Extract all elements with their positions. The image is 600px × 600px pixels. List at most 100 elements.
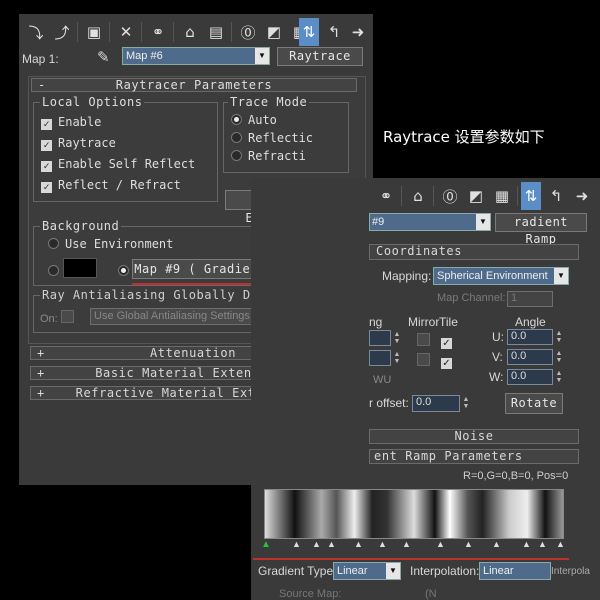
pick-material-icon[interactable]: ✎ [97,48,110,66]
antialias-setting-value: Use Global Antialiasing Settings [94,310,250,322]
gradient-type-label: Gradient Type: [258,564,337,578]
flag-key-icon[interactable]: ▲ [538,539,547,549]
put-to-library-icon[interactable]: ⌂ [177,18,203,46]
map-channel-field[interactable]: 1 [507,291,553,307]
assign-material-icon[interactable]: ⚭ [373,182,399,210]
rollout-title: Raytracer Parameters [115,78,273,92]
gradient-ramp-bar[interactable] [264,489,564,539]
ramp-status-text: R=0,G=0,B=0, Pos=0 [463,470,569,482]
angle-v-field[interactable]: 0.0 [507,349,553,365]
flag-key-icon[interactable]: ▲ [312,539,321,549]
flag-key-icon[interactable]: ▲ [261,539,271,550]
material-id-icon[interactable]: ⓪ [235,18,261,46]
spinner-icon[interactable]: ▲ ▼ [555,370,563,384]
offset-label: r offset: [369,396,409,410]
assign-material-icon[interactable]: ▣ [81,18,107,46]
delete-icon[interactable]: ✕ [113,18,139,46]
go-to-parent-icon[interactable]: ↰ [321,18,347,46]
gradient-type-dropdown[interactable]: Linear ▼ [333,562,401,580]
checkbox-self-reflect[interactable]: ✓ Enable Self Reflect [41,157,195,172]
gradient-type-value: Linear [337,565,368,577]
show-end-result-icon[interactable]: ⇅ [521,182,541,210]
flag-key-icon[interactable]: ▲ [292,539,301,549]
antialias-on-checkbox[interactable]: On: [40,310,80,325]
chevron-down-icon: ▼ [255,48,269,64]
color-swatch[interactable] [63,258,97,278]
wu-label: WU [373,374,392,386]
top-toolbar-2: ⚭ ⌂ ⓪ ◩ ▦ ⇅ ↰ ➜ [369,178,600,214]
get-material-icon[interactable]: ⤵ [23,18,49,46]
angle-u-label: U: [492,330,504,344]
library-icon[interactable]: ▤ [203,18,229,46]
tiling-v-field[interactable] [369,350,391,366]
rotate-button[interactable]: Rotate [505,393,563,414]
spinner-icon[interactable]: ▲ ▼ [555,330,563,344]
show-background-icon[interactable]: ▦ [489,182,515,210]
angle-w-field[interactable]: 0.0 [507,369,553,385]
rollout-header[interactable]: - Raytracer Parameters [31,78,357,92]
tiling-u-field[interactable] [369,330,391,346]
flag-key-icon[interactable]: ▲ [556,539,565,549]
chevron-down-icon: ▼ [554,268,568,284]
map-type-button-2[interactable]: radient Ramp [495,213,587,246]
spinner-icon[interactable]: ▲ ▼ [555,350,563,364]
flag-key-icon[interactable]: ▲ [522,539,531,549]
ramp-flags: ▲ ▲ ▲ ▲ ▲ ▲ ▲ ▲ ▲ ▲ ▲ ▲ ▲ [261,539,565,551]
flag-key-icon[interactable]: ▲ [378,539,387,549]
interpolation-dropdown[interactable]: Linear [479,562,551,580]
checkbox-raytrace[interactable]: ✓ Raytrace [41,136,116,151]
go-forward-icon[interactable]: ➜ [347,18,369,46]
checkbox-enable[interactable]: ✓ Enable [41,115,101,130]
map-name-2: #9 [372,216,385,228]
flag-key-icon[interactable]: ▲ [327,539,336,549]
checkbox-reflect-refract[interactable]: ✓ Reflect / Refract [41,178,181,193]
flag-key-icon[interactable]: ▲ [402,539,411,549]
annotation-text: Raytrace 设置参数如下 [383,128,545,146]
interpolation-overflow: Interpola [551,566,590,577]
angle-w-label: W: [489,370,504,384]
offset-field[interactable]: 0.0 [412,395,460,412]
radio-refraction[interactable]: Refracti [231,149,306,163]
show-end-result-icon[interactable]: ⇅ [299,18,319,46]
angle-header: Angle [515,315,546,329]
flag-key-icon[interactable]: ▲ [492,539,501,549]
put-to-library-icon[interactable]: ⌂ [405,182,431,210]
source-map-value[interactable]: (N [425,588,437,600]
show-map-icon[interactable]: ◩ [463,182,489,210]
noise-rollout-header[interactable]: Noise [369,429,579,444]
map-channel-label: Map Channel: [437,292,506,304]
map-name-dropdown-2[interactable]: #9 ▼ [369,213,491,231]
tile-v-checkbox[interactable]: ✓ [441,352,458,370]
flag-key-icon[interactable]: ▲ [464,539,473,549]
map-type-button[interactable]: Raytrace [277,47,363,66]
radio-auto[interactable]: Auto [231,113,277,127]
source-map-label: Source Map: [279,588,342,600]
mapping-dropdown[interactable]: Spherical Environment ▼ [433,267,569,285]
make-unique-icon[interactable]: ⚭ [145,18,171,46]
angle-u-field[interactable]: 0.0 [507,329,553,345]
radio-use-environment[interactable]: Use Environment [48,237,173,251]
top-toolbar: ⤵ ⤴ ▣ ✕ ⚭ ⌂ ▤ ⓪ ◩ ▦ ⇅ ↰ ➜ [19,14,373,50]
mirror-u-checkbox[interactable] [417,332,436,350]
mirror-v-checkbox[interactable] [417,352,436,370]
put-material-icon[interactable]: ⤴ [49,18,75,46]
interpolation-label: Interpolation: [410,564,480,578]
tile-u-checkbox[interactable]: ✓ [441,332,458,350]
flag-key-icon[interactable]: ▲ [436,539,445,549]
map-name-dropdown[interactable]: Map #6 ▼ [122,47,270,65]
coordinates-rollout-header[interactable]: Coordinates [369,244,579,260]
show-map-icon[interactable]: ◩ [261,18,287,46]
gradient-ramp-panel: ⚭ ⌂ ⓪ ◩ ▦ ⇅ ↰ ➜ #9 ▼ radient Ramp Coordi… [251,178,600,600]
spinner-icon[interactable]: ▲ ▼ [462,396,470,410]
spinner-icon[interactable]: ▲ ▼ [393,331,401,345]
radio-reflection[interactable]: Reflectic [231,131,313,145]
flag-key-icon[interactable]: ▲ [354,539,363,549]
spinner-icon[interactable]: ▲ ▼ [393,351,401,365]
go-forward-icon[interactable]: ➜ [569,182,595,210]
go-to-parent-icon[interactable]: ↰ [543,182,569,210]
interpolation-value: Linear [483,565,514,577]
material-id-icon[interactable]: ⓪ [437,182,463,210]
trace-mode-group: Trace Mode Auto Reflectic Refracti [223,95,349,173]
mirror-header: Mirror [408,315,440,329]
ramp-params-rollout-header[interactable]: ent Ramp Parameters [369,449,579,464]
